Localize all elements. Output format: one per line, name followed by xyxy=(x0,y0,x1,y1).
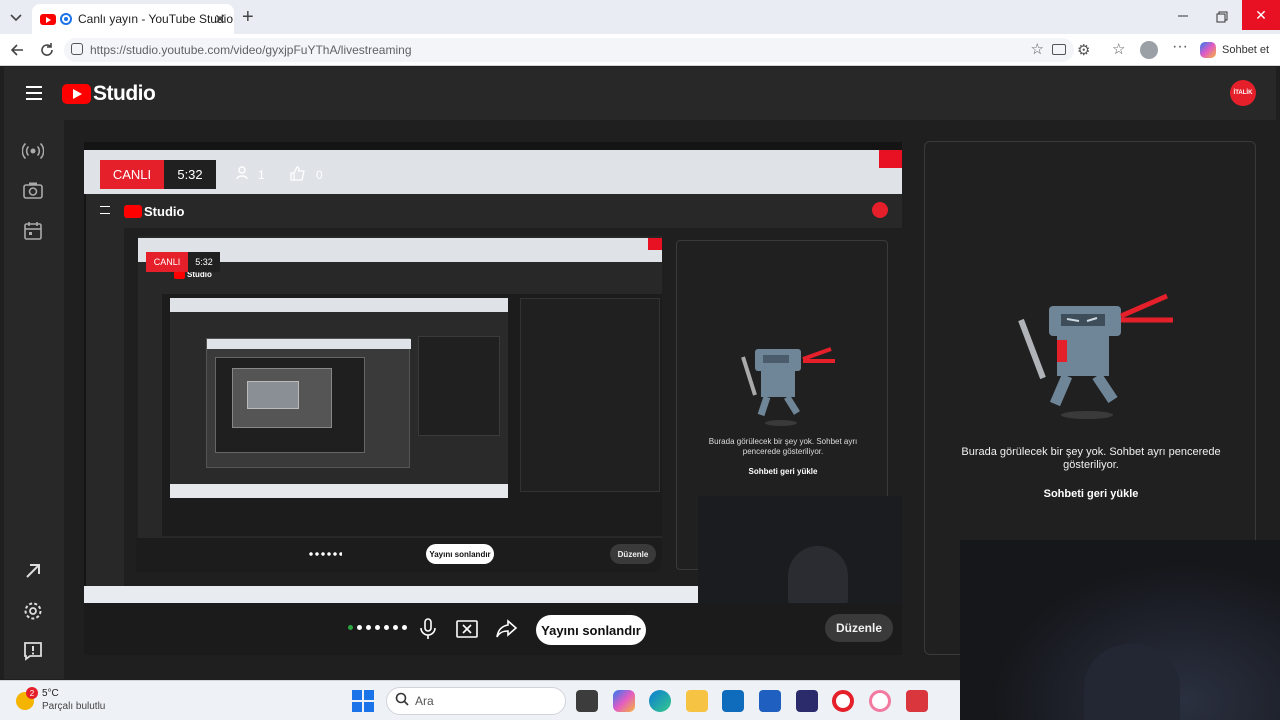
browser-tab-bar: Canlı yayın - YouTube Studio ✕ + ✕ xyxy=(0,0,1280,34)
taskbar-search[interactable]: Ara xyxy=(386,687,566,715)
stream-preview: Studio Studio Burada görülecek bir şey y… xyxy=(84,142,902,654)
profile-avatar[interactable] xyxy=(1140,41,1158,59)
refresh-icon[interactable] xyxy=(39,42,55,58)
browser-toolbar: https://studio.youtube.com/video/gyxjpFu… xyxy=(0,34,1280,66)
captured-live-badge: CANLI xyxy=(100,160,164,189)
webcam-icon[interactable] xyxy=(22,180,44,202)
webcam-overlay xyxy=(960,540,1280,720)
captured-webcam xyxy=(698,496,902,606)
browser-tab-active[interactable]: Canlı yayın - YouTube Studio ✕ xyxy=(32,4,234,34)
start-button[interactable] xyxy=(352,690,374,712)
tab-title: Canlı yayın - YouTube Studio xyxy=(78,12,233,26)
camera-off-icon[interactable] xyxy=(456,620,478,638)
weather-temp: 5°C xyxy=(42,688,59,699)
captured-window-close xyxy=(879,150,902,168)
viewers-icon xyxy=(236,166,252,183)
settings-icon[interactable] xyxy=(22,600,44,622)
address-bar[interactable]: https://studio.youtube.com/video/gyxjpFu… xyxy=(64,38,1074,62)
preview-controls: Yayını sonlandır Düzenle xyxy=(84,603,902,655)
sidebar xyxy=(4,120,64,679)
task-view-icon[interactable] xyxy=(576,690,598,712)
copilot-icon xyxy=(1200,42,1216,58)
microphone-icon[interactable] xyxy=(418,618,438,640)
new-tab-icon[interactable]: + xyxy=(242,6,254,29)
reload-chat-button[interactable]: Sohbeti geri yükle xyxy=(991,488,1191,500)
recording-indicator-icon xyxy=(60,13,72,25)
windows-taskbar: 2 5°C Parçalı bulutlu Ara xyxy=(0,680,960,720)
weather-condition: Parçalı bulutlu xyxy=(42,701,106,712)
notification-badge: 2 xyxy=(26,687,38,699)
search-placeholder: Ara xyxy=(415,694,434,708)
copilot-button[interactable]: Sohbet et xyxy=(1200,41,1269,59)
opera-icon[interactable] xyxy=(832,690,854,712)
feedback-icon[interactable] xyxy=(22,640,44,662)
file-explorer-icon[interactable] xyxy=(686,690,708,712)
copilot-label: Sohbet et xyxy=(1222,44,1270,56)
favorites-icon[interactable]: ☆ xyxy=(1112,40,1125,58)
edit-button[interactable]: Düzenle xyxy=(825,614,893,642)
extensions-icon[interactable]: ⚙ xyxy=(1077,41,1090,59)
search-icon xyxy=(395,692,409,711)
edge-icon[interactable] xyxy=(649,690,671,712)
thumbs-up-icon xyxy=(290,166,306,184)
captured-viewer-count: 1 xyxy=(236,166,265,183)
youtube-favicon-icon xyxy=(40,13,56,25)
close-window-button[interactable]: ✕ xyxy=(1242,0,1280,30)
store-icon[interactable] xyxy=(759,690,781,712)
studio-logo-text: Studio xyxy=(93,82,156,105)
more-options-icon[interactable]: ··· xyxy=(1172,38,1188,56)
captured-like-count: 0 xyxy=(290,166,323,184)
camera-permission-icon[interactable] xyxy=(1052,44,1066,55)
app-red-icon[interactable] xyxy=(906,690,928,712)
stream-health-indicator[interactable] xyxy=(348,625,407,630)
captured-studio-logo: Studio xyxy=(124,204,184,219)
captured-elapsed-time: 5:32 xyxy=(164,160,216,189)
site-info-icon[interactable] xyxy=(71,43,83,55)
account-avatar[interactable]: İTALİK xyxy=(1230,80,1256,106)
back-icon[interactable] xyxy=(9,42,25,58)
opera-gx-icon[interactable] xyxy=(869,690,891,712)
studio-logo[interactable]: Studio xyxy=(62,82,156,106)
calendar-icon[interactable] xyxy=(22,220,44,242)
chat-empty-message: Burada görülecek bir şey yok. Sohbet ayr… xyxy=(961,446,1221,472)
live-stream-icon[interactable] xyxy=(21,140,45,162)
outlook-icon[interactable] xyxy=(722,690,744,712)
close-tab-icon[interactable]: ✕ xyxy=(214,11,226,28)
account-avatar-text: İTALİK xyxy=(1233,90,1253,96)
copilot-app-icon[interactable] xyxy=(613,690,635,712)
captured-level2-controls: Yayını sonlandır Düzenle xyxy=(136,538,660,572)
youtube-logo-icon xyxy=(62,84,91,104)
studio-header: Studio İTALİK xyxy=(4,67,1276,120)
app-icon[interactable] xyxy=(796,690,818,712)
share-icon[interactable] xyxy=(496,619,518,639)
weather-widget[interactable]: 2 5°C Parçalı bulutlu xyxy=(14,686,124,716)
external-link-icon[interactable] xyxy=(22,560,44,582)
end-stream-button[interactable]: Yayını sonlandır xyxy=(536,615,646,645)
minimize-icon[interactable] xyxy=(1176,8,1190,22)
url-text: https://studio.youtube.com/video/gyxjpFu… xyxy=(90,43,412,57)
favorite-star-icon[interactable]: ☆ xyxy=(1031,40,1044,58)
restore-icon[interactable] xyxy=(1216,10,1228,23)
menu-icon[interactable] xyxy=(26,86,42,100)
captured-preview-level2: Studio xyxy=(138,236,662,566)
ninja-illustration xyxy=(1018,293,1173,419)
tab-list-chevron-icon[interactable] xyxy=(8,9,24,25)
webcam-face xyxy=(1084,644,1180,720)
